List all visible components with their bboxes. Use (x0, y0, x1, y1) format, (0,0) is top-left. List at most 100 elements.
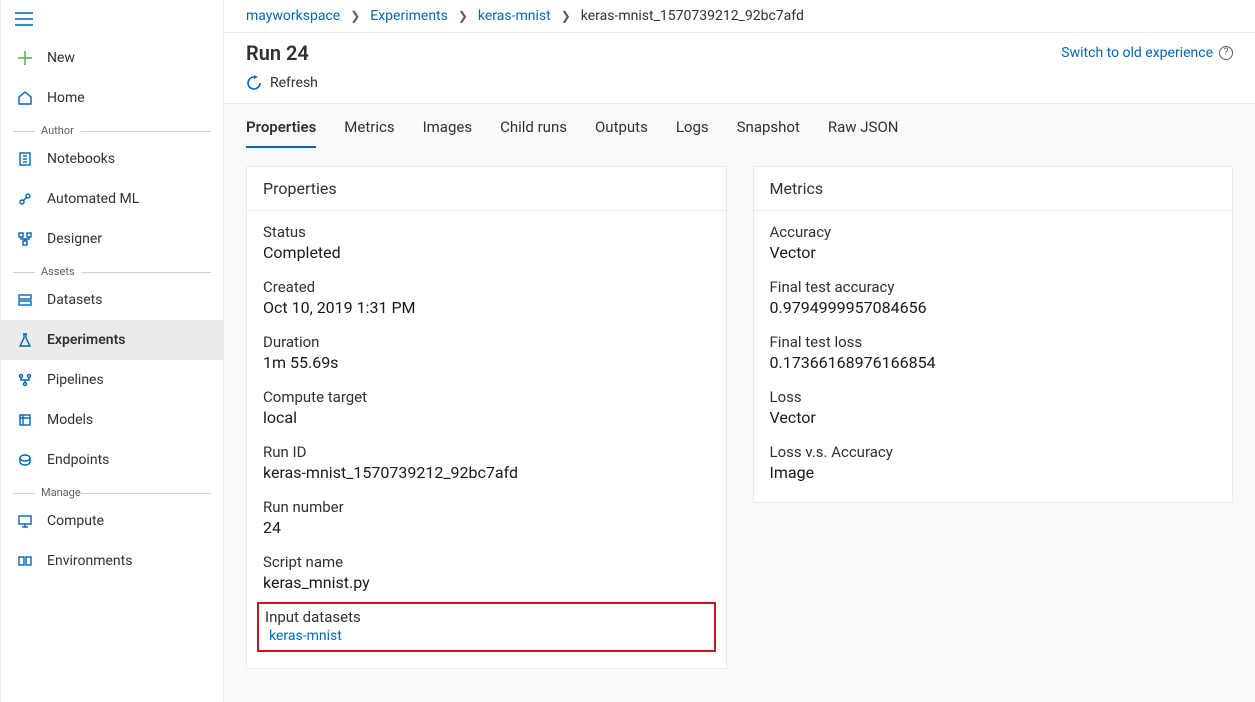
prop-compute-target: Compute target local (263, 388, 710, 427)
panel-body: Status Completed Created Oct 10, 2019 1:… (247, 211, 726, 668)
sidebar-item-notebooks[interactable]: Notebooks (1, 139, 223, 179)
sidebar-item-label: Automated ML (47, 191, 139, 207)
sidebar-item-label: Compute (47, 513, 104, 529)
sidebar-item-label: Home (47, 90, 85, 106)
metrics-panel: Metrics Accuracy Vector Final test accur… (753, 166, 1234, 503)
tab-outputs[interactable]: Outputs (595, 118, 648, 148)
sidebar-item-label: Pipelines (47, 372, 104, 388)
sidebar-item-label: Endpoints (47, 452, 109, 468)
prop-label: Final test accuracy (770, 278, 1217, 296)
panel-body: Accuracy Vector Final test accuracy 0.97… (754, 211, 1233, 502)
prop-value: Image (770, 463, 1217, 482)
sidebar-item-pipelines[interactable]: Pipelines (1, 360, 223, 400)
prop-label: Created (263, 278, 710, 296)
tab-logs[interactable]: Logs (676, 118, 709, 148)
input-dataset-link[interactable]: keras-mnist (265, 628, 708, 644)
sidebar-item-label: Datasets (47, 292, 102, 308)
compute-icon (17, 513, 33, 529)
switch-experience-link[interactable]: Switch to old experience ? (1061, 45, 1233, 61)
metric-final-test-accuracy: Final test accuracy 0.9794999957084656 (770, 278, 1217, 317)
prop-script-name: Script name keras_mnist.py (263, 553, 710, 592)
metric-loss: Loss Vector (770, 388, 1217, 427)
menu-toggle-button[interactable] (1, 4, 223, 38)
tab-raw-json[interactable]: Raw JSON (828, 118, 899, 148)
home-icon (17, 90, 33, 106)
prop-value: keras-mnist_1570739212_92bc7afd (263, 463, 710, 482)
tab-child-runs[interactable]: Child runs (500, 118, 567, 148)
prop-label: Run ID (263, 443, 710, 461)
chevron-right-icon: ❯ (350, 9, 360, 23)
panel-title: Metrics (754, 167, 1233, 211)
sidebar-item-new[interactable]: New (1, 38, 223, 78)
prop-created: Created Oct 10, 2019 1:31 PM (263, 278, 710, 317)
run-tabs: Properties Metrics Images Child runs Out… (224, 104, 1255, 148)
prop-run-number: Run number 24 (263, 498, 710, 537)
env-icon (17, 553, 33, 569)
pipeline-icon (17, 372, 33, 388)
prop-status: Status Completed (263, 223, 710, 262)
sidebar-item-endpoints[interactable]: Endpoints (1, 440, 223, 480)
panels-row: Properties Status Completed Created Oct … (224, 148, 1255, 687)
metric-final-test-loss: Final test loss 0.17366168976166854 (770, 333, 1217, 372)
sidebar-section-assets: Assets (1, 265, 223, 278)
content-area: Properties Metrics Images Child runs Out… (224, 103, 1255, 702)
prop-value: local (263, 408, 710, 427)
breadcrumb-workspace[interactable]: mayworkspace (246, 8, 340, 24)
tab-metrics[interactable]: Metrics (344, 118, 394, 148)
breadcrumb-experiments[interactable]: Experiments (370, 8, 448, 24)
refresh-button[interactable]: Refresh (224, 69, 1255, 103)
sidebar-item-models[interactable]: Models (1, 400, 223, 440)
sidebar-item-designer[interactable]: Designer (1, 219, 223, 259)
refresh-icon (246, 75, 262, 91)
flask-icon (17, 332, 33, 348)
prop-label: Loss (770, 388, 1217, 406)
tab-snapshot[interactable]: Snapshot (737, 118, 800, 148)
sidebar-item-label: Notebooks (47, 151, 115, 167)
sidebar-item-label: Designer (47, 231, 102, 247)
panel-title: Properties (247, 167, 726, 211)
prop-input-datasets: Input datasets keras-mnist (257, 602, 716, 652)
sidebar-item-automl[interactable]: Automated ML (1, 179, 223, 219)
breadcrumb-current: keras-mnist_1570739212_92bc7afd (581, 8, 804, 24)
plus-icon (17, 50, 33, 66)
datasets-icon (17, 292, 33, 308)
sidebar-item-label: New (47, 50, 75, 66)
prop-label: Final test loss (770, 333, 1217, 351)
chevron-right-icon: ❯ (561, 9, 571, 23)
prop-value: Vector (770, 243, 1217, 262)
hamburger-icon (15, 12, 33, 26)
tab-properties[interactable]: Properties (246, 118, 316, 148)
prop-duration: Duration 1m 55.69s (263, 333, 710, 372)
chevron-right-icon: ❯ (458, 9, 468, 23)
prop-value: Completed (263, 243, 710, 262)
prop-value: Vector (770, 408, 1217, 427)
breadcrumb-experiment[interactable]: keras-mnist (478, 8, 551, 24)
prop-label: Duration (263, 333, 710, 351)
automl-icon (17, 191, 33, 207)
sidebar-section-manage: Manage (1, 486, 223, 499)
help-icon[interactable]: ? (1219, 46, 1233, 60)
sidebar-item-experiments[interactable]: Experiments (1, 320, 223, 360)
sidebar-item-compute[interactable]: Compute (1, 501, 223, 541)
metric-accuracy: Accuracy Vector (770, 223, 1217, 262)
prop-value: keras_mnist.py (263, 573, 710, 592)
prop-label: Input datasets (265, 608, 708, 626)
sidebar-item-home[interactable]: Home (1, 78, 223, 118)
sidebar-item-datasets[interactable]: Datasets (1, 280, 223, 320)
models-icon (17, 412, 33, 428)
prop-value: Oct 10, 2019 1:31 PM (263, 298, 710, 317)
properties-panel: Properties Status Completed Created Oct … (246, 166, 727, 669)
main-content: mayworkspace ❯ Experiments ❯ keras-mnist… (224, 0, 1255, 702)
sidebar-item-environments[interactable]: Environments (1, 541, 223, 581)
prop-label: Script name (263, 553, 710, 571)
prop-run-id: Run ID keras-mnist_1570739212_92bc7afd (263, 443, 710, 482)
sidebar-item-label: Environments (47, 553, 132, 569)
designer-icon (17, 231, 33, 247)
prop-value: 1m 55.69s (263, 353, 710, 372)
prop-value: 0.9794999957084656 (770, 298, 1217, 317)
tab-images[interactable]: Images (423, 118, 473, 148)
sidebar-item-label: Models (47, 412, 93, 428)
notebook-icon (17, 151, 33, 167)
prop-label: Status (263, 223, 710, 241)
prop-label: Run number (263, 498, 710, 516)
